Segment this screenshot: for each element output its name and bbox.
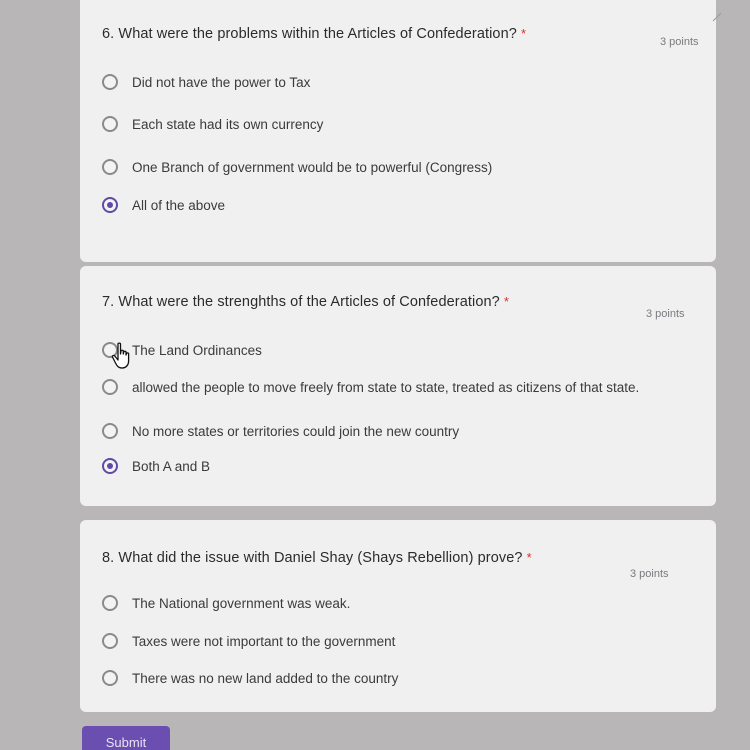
option-label: No more states or territories could join… (132, 423, 460, 439)
submit-button[interactable]: Submit (82, 726, 170, 750)
option-q7-move-freely[interactable]: allowed the people to move freely from s… (102, 379, 639, 395)
option-q6-all[interactable]: All of the above (102, 197, 225, 213)
option-q6-tax[interactable]: Did not have the power to Tax (102, 74, 310, 90)
option-label: Both A and B (132, 458, 211, 474)
radio-icon[interactable] (102, 159, 118, 175)
option-label: Taxes were not important to the governme… (132, 633, 396, 649)
option-q8-taxes[interactable]: Taxes were not important to the governme… (102, 633, 395, 649)
question-card-7: 7. What were the strenghths of the Artic… (80, 266, 716, 506)
question-card-8: 8. What did the issue with Daniel Shay (… (80, 520, 716, 712)
question-6-points: 3 points (660, 36, 699, 48)
question-8-points: 3 points (630, 568, 669, 580)
option-label: Each state had its own currency (132, 116, 324, 132)
pen-mark-icon (712, 12, 722, 22)
radio-checked-icon[interactable] (102, 197, 118, 213)
option-label: There was no new land added to the count… (132, 670, 399, 686)
option-q8-weak[interactable]: The National government was weak. (102, 595, 350, 611)
question-6-title: 6. What were the problems within the Art… (102, 26, 527, 42)
question-card-6: 6. What were the problems within the Art… (80, 0, 722, 262)
hand-pointer-icon (111, 342, 130, 369)
question-7-title: 7. What were the strenghths of the Artic… (102, 294, 509, 310)
radio-icon[interactable] (102, 670, 118, 686)
question-7-points: 3 points (646, 308, 685, 320)
option-q7-both[interactable]: Both A and B (102, 458, 210, 474)
option-label: The National government was weak. (132, 595, 351, 611)
option-label: The Land Ordinances (132, 342, 262, 358)
option-label: Did not have the power to Tax (132, 74, 311, 90)
radio-icon[interactable] (102, 74, 118, 90)
option-q6-currency[interactable]: Each state had its own currency (102, 116, 323, 132)
radio-icon[interactable] (102, 379, 118, 395)
required-asterisk: * (526, 550, 532, 565)
option-q8-no-land[interactable]: There was no new land added to the count… (102, 670, 398, 686)
option-q7-no-more-states[interactable]: No more states or territories could join… (102, 423, 459, 439)
radio-icon[interactable] (102, 423, 118, 439)
radio-icon[interactable] (102, 633, 118, 649)
option-label: allowed the people to move freely from s… (132, 379, 640, 395)
option-label: One Branch of government would be to pow… (132, 159, 493, 175)
radio-icon[interactable] (102, 595, 118, 611)
required-asterisk: * (503, 294, 509, 309)
radio-icon[interactable] (102, 116, 118, 132)
question-8-title: 8. What did the issue with Daniel Shay (… (102, 550, 532, 566)
option-label: All of the above (132, 197, 226, 213)
required-asterisk: * (520, 26, 527, 41)
radio-checked-icon[interactable] (102, 458, 118, 474)
option-q6-congress[interactable]: One Branch of government would be to pow… (102, 159, 492, 175)
